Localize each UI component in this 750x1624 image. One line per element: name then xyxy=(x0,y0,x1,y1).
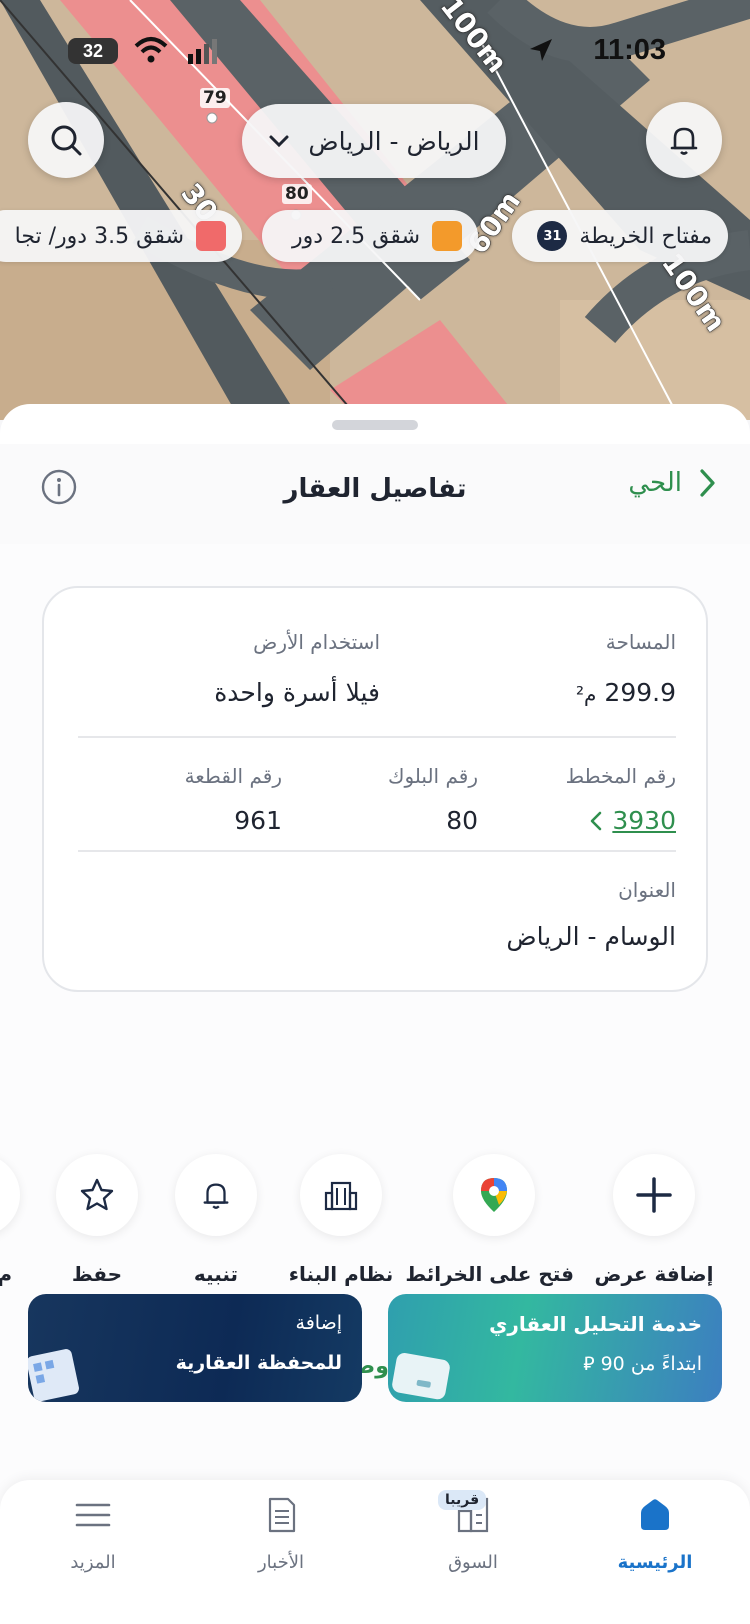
block-number-label: رقم البلوك xyxy=(387,764,478,788)
calendar-illustration-icon xyxy=(28,1349,79,1402)
sheet-grabber[interactable] xyxy=(332,420,418,430)
menu-icon xyxy=(75,1503,111,1527)
analysis-price: ابتداءً من 90 ⃁ xyxy=(583,1353,702,1375)
area-label: المساحة xyxy=(605,630,676,654)
area-unit: م² xyxy=(576,682,597,706)
area-value: 299.9 xyxy=(604,678,676,707)
property-details-sheet: تفاصيل العقار الحي المساحة 299.9 م² استخ… xyxy=(0,404,750,1624)
document-icon xyxy=(268,1497,296,1533)
legend-label: مفتاح الخريطة xyxy=(579,223,712,249)
address-label: العنوان xyxy=(618,878,676,902)
plot-label: 80 xyxy=(282,184,312,204)
save-action[interactable]: حفظ xyxy=(17,1154,177,1286)
bell-icon xyxy=(203,1183,229,1209)
open-in-maps-label: فتح على الخرائط xyxy=(405,1262,574,1286)
nav-news[interactable]: الأخبار xyxy=(206,1490,356,1573)
add-offer-action[interactable]: إضافة عرض xyxy=(574,1154,734,1286)
search-button[interactable] xyxy=(28,102,104,178)
nav-market-label: السوق xyxy=(448,1552,498,1573)
plot-label: 79 xyxy=(200,88,230,108)
portfolio-line2: للمحفظة العقارية xyxy=(175,1352,342,1374)
status-bar: 32 11:03 xyxy=(0,34,750,70)
city-selector-label: الرياض - الرياض xyxy=(308,126,480,156)
add-offer-label: إضافة عرض xyxy=(594,1262,714,1286)
land-use-label: استخدام الأرض xyxy=(253,630,380,654)
plan-number-label: رقم المخطط xyxy=(565,764,676,788)
sheet-body: المساحة 299.9 م² استخدام الأرض فيلا أسرة… xyxy=(0,544,750,1624)
address-value: الوسام - الرياض xyxy=(506,922,676,951)
sheet-header: تفاصيل العقار الحي xyxy=(0,444,750,544)
home-icon xyxy=(641,1499,669,1530)
coming-soon-badge: قريبا xyxy=(438,1490,487,1510)
more-action[interactable]: م xyxy=(0,1154,20,1286)
open-in-maps-action[interactable]: فتح على الخرائط xyxy=(405,1154,574,1286)
analysis-title: خدمة التحليل العقاري xyxy=(489,1312,702,1336)
search-icon xyxy=(51,125,82,156)
nav-home[interactable]: الرئيسية xyxy=(580,1490,730,1573)
chevron-left-icon xyxy=(591,811,602,830)
nav-market[interactable]: قريبا السوق xyxy=(398,1490,548,1573)
add-to-portfolio-card[interactable]: إضافة للمحفظة العقارية xyxy=(28,1294,362,1402)
wifi-icon xyxy=(134,37,168,63)
plan-number-link[interactable]: 3930 xyxy=(590,806,676,835)
legend-chip-apartments-3-5[interactable]: شقق 3.5 دور/ تجا xyxy=(0,210,242,262)
plan-number-value: 3930 xyxy=(612,806,676,835)
info-icon[interactable] xyxy=(40,468,78,506)
chevron-down-icon xyxy=(269,135,289,148)
chevron-right-icon xyxy=(700,469,715,497)
signal-icon xyxy=(188,39,217,64)
legend-chip-apartments-2-5[interactable]: شقق 2.5 دور xyxy=(262,210,478,262)
area-value-row: 299.9 م² xyxy=(576,678,676,707)
nav-more[interactable]: المزيد xyxy=(18,1490,168,1573)
parcel-number-value: 961 xyxy=(234,806,282,835)
analysis-service-card[interactable]: خدمة التحليل العقاري ابتداءً من 90 ⃁ xyxy=(388,1294,722,1402)
more-action-label: م xyxy=(0,1262,12,1286)
property-info-card: المساحة 299.9 م² استخدام الأرض فيلا أسرة… xyxy=(42,586,708,992)
map-legend-button[interactable]: مفتاح الخريطة 31 xyxy=(512,210,728,262)
nav-more-label: المزيد xyxy=(70,1552,116,1573)
block-number-value: 80 xyxy=(446,806,478,835)
location-arrow-icon xyxy=(530,39,552,61)
star-icon xyxy=(80,1178,114,1211)
bottom-navigation: الرئيسية قريبا السوق الأخبار المزيد xyxy=(0,1480,750,1624)
map-pin-icon xyxy=(481,1178,507,1212)
save-label: حفظ xyxy=(71,1262,123,1286)
legend-label: شقق 3.5 دور/ تجا xyxy=(14,223,184,249)
portfolio-line1: إضافة xyxy=(295,1312,342,1334)
district-link-label: الحي xyxy=(628,468,682,498)
plus-icon xyxy=(636,1177,672,1213)
status-time: 11:03 xyxy=(593,34,666,66)
parcel-number-label: رقم القطعة xyxy=(184,764,282,788)
card-illustration-icon xyxy=(392,1353,450,1400)
legend-count-badge: 31 xyxy=(537,221,568,251)
nav-news-label: الأخبار xyxy=(257,1552,304,1573)
nav-home-label: الرئيسية xyxy=(617,1552,693,1573)
divider xyxy=(78,850,676,852)
land-use-value: فيلا أسرة واحدة xyxy=(214,678,380,707)
legend-swatch xyxy=(432,221,462,251)
divider xyxy=(78,736,676,738)
legend-swatch xyxy=(196,221,226,251)
battery-indicator: 32 xyxy=(68,38,118,64)
notifications-button[interactable] xyxy=(646,102,722,178)
building-icon xyxy=(324,1181,358,1211)
bell-icon xyxy=(670,127,698,155)
legend-label: شقق 2.5 دور xyxy=(292,223,420,249)
city-selector[interactable]: الرياض - الرياض xyxy=(242,104,506,178)
district-link[interactable]: الحي xyxy=(628,468,716,498)
